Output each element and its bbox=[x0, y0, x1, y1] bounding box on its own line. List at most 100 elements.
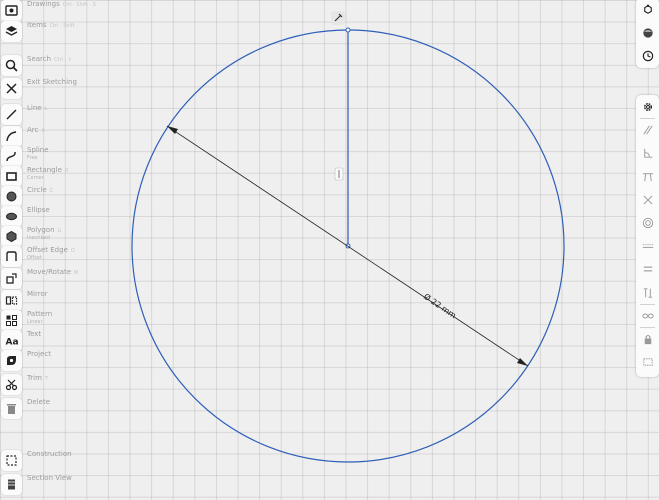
render-sphere-icon[interactable] bbox=[636, 22, 659, 44]
tool-move-rotate[interactable]: Move/Rotate M bbox=[0, 268, 90, 290]
fix-link-icon[interactable] bbox=[636, 305, 659, 327]
spline-icon[interactable] bbox=[1, 146, 22, 167]
tool-label: Exit Sketching bbox=[27, 78, 77, 86]
tool-section-view[interactable]: Section View bbox=[0, 474, 90, 496]
rectangle-icon[interactable] bbox=[1, 166, 22, 187]
coincident-icon[interactable] bbox=[636, 189, 659, 211]
search-icon[interactable] bbox=[1, 55, 22, 76]
tool-circle[interactable]: Circle C bbox=[0, 186, 90, 208]
tool-shortcut: G bbox=[57, 228, 62, 234]
tool-subtitle: Corner bbox=[27, 175, 44, 181]
tool-label-text: Section View bbox=[27, 474, 72, 482]
construction-icon[interactable] bbox=[1, 450, 22, 471]
mirror-icon[interactable] bbox=[1, 290, 22, 311]
tool-label: Mirror bbox=[27, 290, 48, 298]
tool-ellipse[interactable]: Ellipse bbox=[0, 206, 90, 228]
dimension-arrow-start bbox=[167, 126, 178, 134]
tool-search[interactable]: Search Ctrl · ⇧ bbox=[0, 55, 90, 77]
sketch-toolbar: Drawings Ctrl · Shift · S Items Ctrl · Shif… bbox=[0, 0, 96, 500]
layers-icon[interactable] bbox=[1, 21, 22, 42]
tool-offset-edge[interactable]: Offset Edge O Offset bbox=[0, 246, 90, 268]
tool-label-text: Polygon bbox=[27, 226, 55, 234]
cube-axes-icon[interactable] bbox=[636, 0, 659, 21]
tool-shortcut: T bbox=[44, 376, 48, 382]
horizontal-vertical-icon[interactable] bbox=[636, 166, 659, 188]
top-point[interactable] bbox=[345, 27, 351, 33]
tool-drawings[interactable]: Drawings Ctrl · Shift · S bbox=[0, 0, 96, 22]
settings-gear-icon[interactable] bbox=[636, 96, 659, 118]
tool-label-text: Spline bbox=[27, 146, 49, 154]
tool-trim[interactable]: Trim T bbox=[0, 374, 90, 396]
lock-icon[interactable] bbox=[636, 328, 659, 350]
tool-label: Arc A bbox=[27, 126, 45, 134]
tool-polygon[interactable]: Polygon G Inscribed bbox=[0, 226, 90, 248]
tool-label-text: Trim bbox=[27, 374, 42, 382]
tool-label: Project bbox=[27, 350, 51, 358]
tool-subtitle: Free bbox=[27, 155, 38, 161]
polygon-icon[interactable] bbox=[1, 226, 22, 247]
sketch-geometry[interactable] bbox=[0, 0, 659, 500]
history-clock-icon[interactable] bbox=[636, 45, 659, 67]
tool-arc[interactable]: Arc A bbox=[0, 126, 90, 148]
section-view-icon[interactable] bbox=[1, 474, 22, 495]
tool-line[interactable]: Line L bbox=[0, 104, 90, 126]
tool-label-text: Move/Rotate bbox=[27, 268, 72, 276]
tool-pattern[interactable]: Pattern Linear bbox=[0, 310, 90, 332]
tool-construction[interactable]: Construction bbox=[0, 450, 90, 472]
tool-spline[interactable]: Spline Free bbox=[0, 146, 90, 168]
tool-label-text: Text bbox=[27, 330, 42, 338]
tool-label: Section View bbox=[27, 474, 72, 482]
tangent-icon[interactable] bbox=[636, 235, 659, 257]
tool-label: Circle C bbox=[27, 186, 53, 194]
coincident-marker-icon[interactable] bbox=[331, 11, 345, 25]
concentric-icon[interactable] bbox=[636, 212, 659, 234]
offset-edge-icon[interactable] bbox=[1, 246, 22, 267]
tool-text[interactable]: Aa Text bbox=[0, 330, 90, 352]
pattern-icon[interactable] bbox=[1, 310, 22, 331]
close-icon[interactable] bbox=[1, 78, 22, 99]
tool-shortcut: M bbox=[74, 270, 79, 276]
drawings-icon[interactable] bbox=[1, 0, 22, 21]
line-icon[interactable] bbox=[1, 104, 22, 125]
tool-label: Construction bbox=[27, 450, 72, 458]
tool-label: Trim T bbox=[27, 374, 48, 382]
trash-icon[interactable] bbox=[1, 398, 22, 419]
tool-exit-sketching[interactable]: Exit Sketching bbox=[0, 78, 90, 100]
tool-shortcut: Ctrl · Shift · S bbox=[62, 2, 96, 8]
tool-label-text: Circle bbox=[27, 186, 47, 194]
symmetric-icon[interactable] bbox=[636, 282, 659, 304]
toolbar-divider bbox=[640, 304, 655, 305]
dimension-bounds-icon[interactable] bbox=[636, 351, 659, 373]
tool-project[interactable]: Project bbox=[0, 350, 90, 372]
tool-label-text: Delete bbox=[27, 398, 50, 406]
trim-icon[interactable] bbox=[1, 374, 22, 395]
tool-label: Pattern bbox=[27, 310, 52, 318]
tool-subtitle: Inscribed bbox=[27, 235, 50, 241]
vertical-constraint-icon[interactable] bbox=[334, 167, 344, 181]
ellipse-icon[interactable] bbox=[1, 206, 22, 227]
parallel-icon[interactable] bbox=[636, 119, 659, 141]
equal-icon[interactable] bbox=[636, 258, 659, 280]
tool-mirror[interactable]: Mirror bbox=[0, 290, 90, 312]
tool-delete[interactable]: Delete bbox=[0, 398, 90, 420]
text-icon[interactable]: Aa bbox=[1, 330, 22, 351]
tool-items[interactable]: Items Ctrl · Shift bbox=[0, 21, 90, 43]
tool-label: Rectangle R bbox=[27, 166, 68, 174]
arc-icon[interactable] bbox=[1, 126, 22, 147]
toolbar-divider bbox=[640, 118, 655, 119]
move-rotate-icon[interactable] bbox=[1, 268, 22, 289]
tool-label-text: Search bbox=[27, 55, 52, 63]
tool-rectangle[interactable]: Rectangle R Corner bbox=[0, 166, 90, 188]
tool-shortcut: Ctrl · Shift bbox=[49, 23, 75, 29]
tool-shortcut: Ctrl · ⇧ bbox=[54, 57, 72, 63]
constraints-toolbar bbox=[636, 95, 659, 377]
tool-label: Move/Rotate M bbox=[27, 268, 78, 276]
tool-label-text: Construction bbox=[27, 450, 72, 458]
project-icon[interactable] bbox=[1, 350, 22, 371]
toolbar-divider bbox=[640, 327, 655, 328]
perpendicular-icon[interactable] bbox=[636, 142, 659, 164]
tool-shortcut: O bbox=[70, 248, 75, 254]
circle-icon[interactable] bbox=[1, 186, 22, 207]
tool-label: Items Ctrl · Shift bbox=[27, 21, 75, 29]
tool-label: Line L bbox=[27, 104, 47, 112]
